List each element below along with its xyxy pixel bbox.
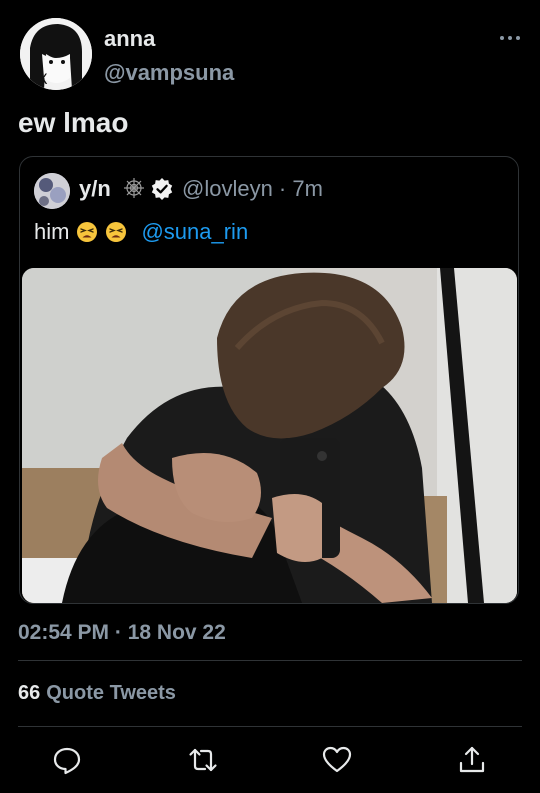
tired-face-emoji-icon [106,222,127,242]
heart-icon[interactable] [321,744,353,776]
quote-tweets-label: Quote Tweets [46,682,176,704]
divider [18,660,522,661]
tweet-text: ew lmao [18,107,129,138]
quoted-tweet-card[interactable]: y/n @lovleyn · 7m him @suna_rin [19,156,519,604]
verified-badge-icon [151,178,173,200]
author-display-name[interactable]: anna [104,26,155,52]
more-horizontal-icon[interactable] [497,30,523,46]
mention-link[interactable]: @suna_rin [141,219,248,245]
quoted-tweet-photo[interactable] [22,268,517,603]
share-icon[interactable] [456,744,488,776]
tweet-timestamp[interactable]: 02:54 PM · 18 Nov 22 [18,621,226,645]
author-avatar[interactable]: X [20,18,92,90]
svg-text:X: X [38,72,48,88]
author-handle[interactable]: @vampsuna [104,60,234,86]
reply-icon[interactable] [51,744,83,776]
spider-web-icon [124,178,144,198]
quoted-author-name: y/n [79,176,111,201]
tired-face-emoji-icon [77,222,98,242]
quoted-author-avatar [34,173,70,209]
quoted-body-text: him [34,219,70,244]
quote-tweets-count: 66 [18,682,41,704]
divider [18,726,522,727]
retweet-icon[interactable] [187,744,219,776]
quoted-tweet-text: him @suna_rin [34,219,248,245]
quote-tweets-stat[interactable]: 66 Quote Tweets [18,682,176,705]
quoted-handle-and-time: @lovleyn · 7m [182,176,323,201]
